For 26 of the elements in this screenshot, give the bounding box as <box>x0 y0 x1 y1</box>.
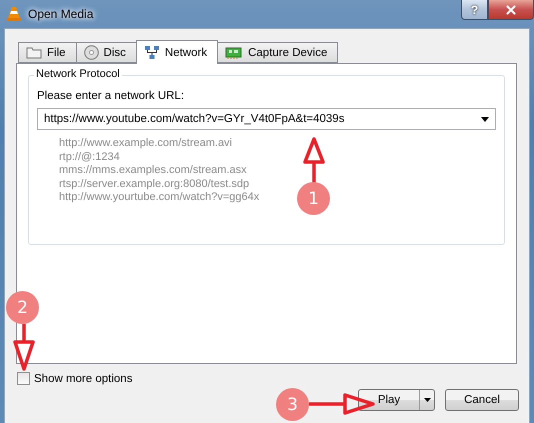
url-combo-box[interactable]: https://www.youtube.com/watch?v=GYr_V4t0FpA&t=4039s <box>37 108 496 130</box>
close-button[interactable] <box>488 0 534 20</box>
checkbox-label: Show more options <box>34 372 132 384</box>
disc-icon <box>84 45 99 60</box>
cancel-button[interactable]: Cancel <box>445 389 519 411</box>
example-url: http://www.yourtube.com/watch?v=gg64x <box>59 191 260 204</box>
example-url: mms://mms.examples.com/stream.asx <box>59 164 247 178</box>
traffic-cone-icon <box>7 6 21 21</box>
tab[interactable]: Disc <box>76 42 137 63</box>
tab[interactable]: Capture Device <box>217 42 338 63</box>
folder-icon <box>26 46 42 59</box>
example-url: rtp://@:1234 <box>59 150 120 164</box>
example-url: http://www.example.com/stream.avi <box>59 137 232 150</box>
checkbox[interactable] <box>17 372 30 385</box>
example-url: rtsp://server.example.org:8080/test.sdp <box>59 178 250 191</box>
group-title: Network Protocol <box>34 68 122 80</box>
window-title: Open Media <box>28 7 94 21</box>
play-split-button[interactable]: Play <box>358 389 435 411</box>
network-icon <box>144 45 160 60</box>
caret-icon <box>424 398 430 402</box>
field-label: Please enter a network URL: <box>37 90 186 102</box>
close-icon <box>504 2 518 16</box>
capture-card-icon <box>225 46 244 60</box>
dropdown-caret-icon <box>481 116 489 122</box>
tab[interactable]: Network <box>136 40 218 64</box>
tab[interactable]: File <box>18 42 77 63</box>
